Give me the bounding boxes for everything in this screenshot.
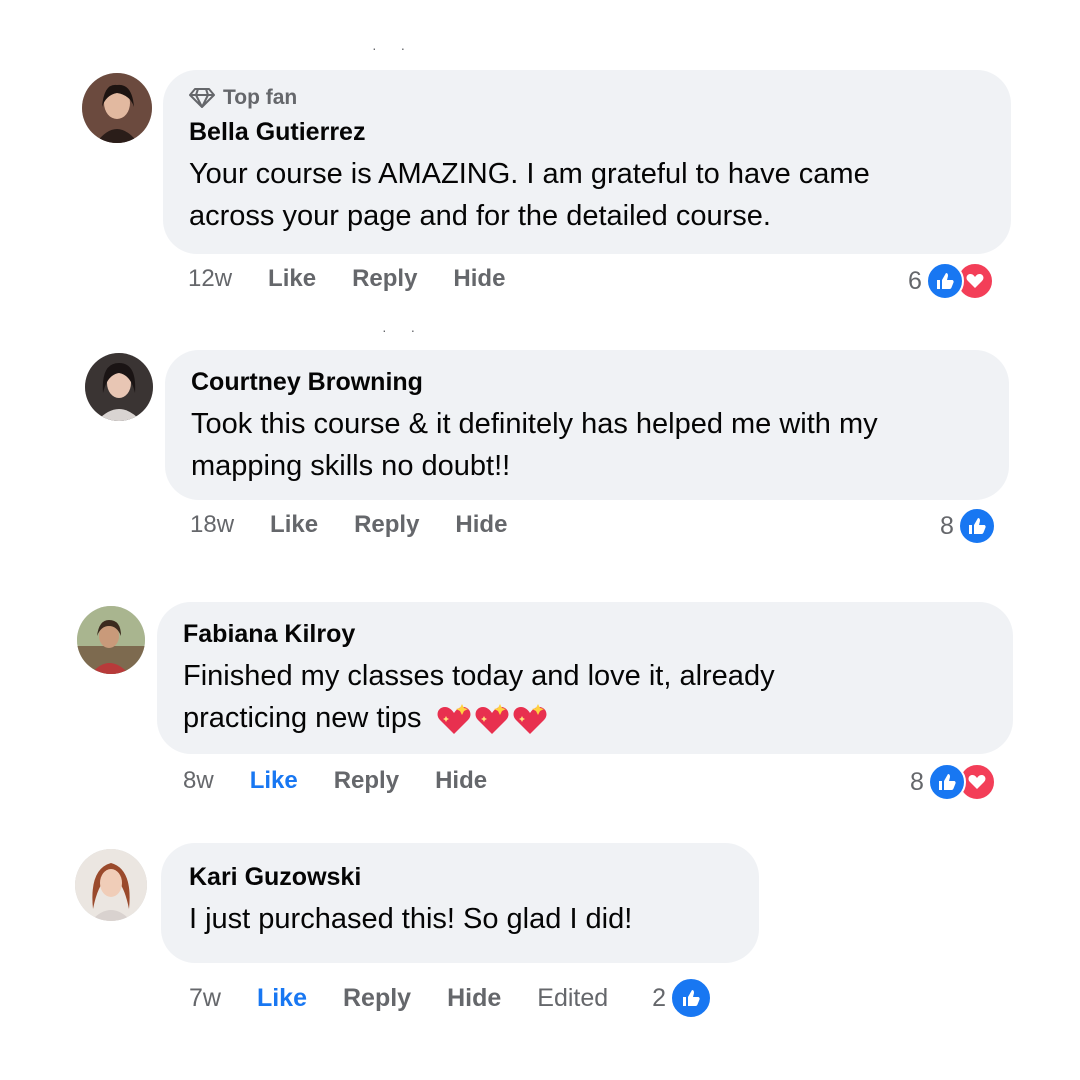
timestamp[interactable]: 12w [188,265,232,293]
commenter-name[interactable]: Courtney Browning [191,368,983,397]
comment-actions: 7w Like Reply Hide Edited 2 [189,977,713,1019]
comment-bubble: Kari Guzowski I just purchased this! So … [161,843,759,963]
reply-button[interactable]: Reply [354,511,419,539]
comment-text: Finished my classes today and love it, a… [183,655,987,739]
like-button[interactable]: Like [257,984,307,1013]
comment-text-line: Took this course & it definitely has hel… [191,408,878,440]
comment-text-line: practicing new tips [183,702,422,734]
badge-label: Top fan [223,86,298,109]
reactions[interactable]: 6 [908,262,994,300]
avatar[interactable] [82,73,152,143]
comment-bubble: Courtney Browning Took this course & it … [165,350,1009,500]
timestamp[interactable]: 18w [190,511,234,539]
hide-button[interactable]: Hide [455,511,507,539]
comment-text-line: across your page and for the detailed co… [189,200,771,232]
comment-text: I just purchased this! So glad I did! [189,898,731,940]
comment-bubble: Fabiana Kilroy Finished my classes today… [157,602,1013,754]
comment-text: Your course is AMAZING. I am grateful to… [189,153,985,237]
comment-text: Took this course & it definitely has hel… [191,403,983,487]
comment-text-line-with-emoji: practicing new tips [183,697,987,739]
comment-text-line: Your course is AMAZING. I am grateful to… [189,158,870,190]
reactions[interactable]: 8 [910,763,996,801]
reaction-count: 6 [908,266,922,295]
comment-text-line: I just purchased this! So glad I did! [189,903,633,935]
comment-actions: 8w Like Reply Hide [183,767,523,795]
timestamp[interactable]: 7w [189,984,221,1013]
timestamp[interactable]: 8w [183,767,214,795]
like-icon [927,763,966,801]
top-fan-badge: Top fan [189,86,985,110]
comment-text-line: Finished my classes today and love it, a… [183,660,775,692]
like-button[interactable]: Like [270,511,318,539]
edited-label[interactable]: Edited [537,984,608,1013]
comment-bubble: Top fan Bella Gutierrez Your course is A… [163,70,1011,254]
hide-button[interactable]: Hide [453,265,505,293]
sparkling-heart-icon [475,704,509,735]
reply-button[interactable]: Reply [352,265,417,293]
like-button[interactable]: Like [268,265,316,293]
comment-actions: 12w Like Reply Hide [188,265,541,293]
comment-text-line: mapping skills no doubt!! [191,450,511,482]
sparkling-heart-icon [437,704,471,735]
thread-dots: · · [382,322,426,338]
like-button[interactable]: Like [250,767,298,795]
diamond-icon [189,88,215,108]
like-icon [925,262,964,300]
like-icon [670,977,713,1019]
reactions[interactable]: 8 [940,507,996,545]
hide-button[interactable]: Hide [447,984,501,1013]
comment-actions: 18w Like Reply Hide [190,511,543,539]
sparkling-heart-icon [513,704,547,735]
commenter-name[interactable]: Fabiana Kilroy [183,620,987,649]
emoji-group [436,702,550,736]
reply-button[interactable]: Reply [343,984,411,1013]
commenter-name[interactable]: Kari Guzowski [189,863,731,892]
thread-dots: · · [372,40,416,56]
avatar[interactable] [85,353,153,421]
reply-button[interactable]: Reply [334,767,399,795]
like-icon [957,507,996,545]
reaction-count: 8 [910,767,924,796]
avatar[interactable] [77,606,145,674]
reaction-count: 8 [940,511,954,540]
avatar[interactable] [75,849,147,921]
commenter-name[interactable]: Bella Gutierrez [189,118,985,147]
reactions[interactable]: 2 [652,977,713,1019]
reaction-count: 2 [652,983,667,1012]
hide-button[interactable]: Hide [435,767,487,795]
